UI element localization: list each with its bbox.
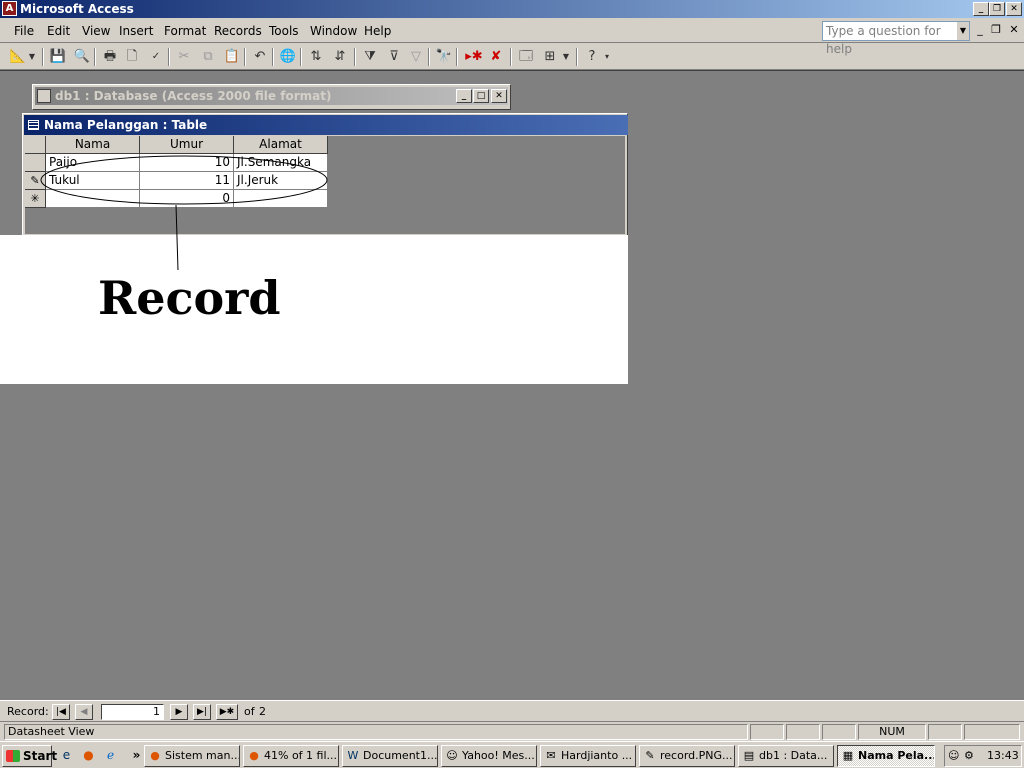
task-button[interactable]: ● 41% of 1 fil... [243,745,339,767]
start-button[interactable]: Start [2,745,57,767]
last-record-icon[interactable]: ▶| [193,704,211,720]
status-bar: Datasheet View NUM [0,721,1024,741]
task-label: Nama Pela... [858,749,935,762]
task-button[interactable]: ▤ db1 : Data... [738,745,834,767]
firefox-quicklaunch-icon[interactable]: ● [80,747,97,764]
ie-quicklaunch-icon[interactable]: e [58,747,75,764]
clock[interactable]: 13:43 [987,746,1019,766]
task-button[interactable]: ✉ Hardjianto ... [540,745,636,767]
status-view-text: Datasheet View [4,724,748,740]
task-label: Yahoo! Mes... [462,749,535,762]
paint-icon: ✎ [645,749,655,762]
annotation-pointer-line [175,204,179,271]
network-tray-icon[interactable]: ⚙ [964,746,974,766]
task-button[interactable]: ● Sistem man... [144,745,240,767]
record-nav-label: Record: [7,705,49,718]
firefox-icon: ● [150,749,160,762]
annotation-drawing [40,155,328,271]
first-record-icon[interactable]: |◀ [52,704,70,720]
status-panel [822,724,856,740]
database-icon: ▤ [743,749,755,762]
record-navigation-bar: Record: |◀ ◀ 1 ▶ ▶| ▶✱ of 2 [0,700,1024,721]
yahoo-messenger-icon: ☺ [446,749,458,762]
taskbar: Start e ● ℯ » ● Sistem man... ● 41% of 1 f… [0,741,1024,768]
status-panel [750,724,784,740]
current-record-input[interactable]: 1 [101,704,164,720]
task-label: db1 : Data... [759,749,828,762]
word-icon: W [347,749,359,762]
task-label: Hardjianto ... [561,749,633,762]
browser-quicklaunch-icon[interactable]: ℯ [102,747,119,764]
task-label: Sistem man... [165,749,240,762]
firefox-icon: ● [249,749,259,762]
messenger-tray-icon[interactable]: ☺ [948,746,959,766]
status-panel [786,724,820,740]
chat-icon: ✉ [546,749,556,762]
status-panel [964,724,1020,740]
windows-logo-icon [6,750,20,762]
previous-record-icon[interactable]: ◀ [75,704,93,720]
task-button[interactable]: ☺ Yahoo! Mes... [441,745,537,767]
task-label: Document1... [363,749,438,762]
record-highlight-ellipse [40,155,328,205]
new-record-nav-icon[interactable]: ▶✱ [216,704,238,720]
record-total-count: 2 [259,705,266,718]
status-panel [928,724,962,740]
table-icon: ▦ [842,749,854,762]
task-button[interactable]: W Document1... [342,745,438,767]
task-button-active[interactable]: ▦ Nama Pela... [837,745,935,767]
quicklaunch-more-icon[interactable]: » [128,747,145,764]
status-num-lock: NUM [858,724,926,740]
record-of-label: of [244,705,255,718]
system-tray: ☺ ⚙ 13:43 [944,745,1022,767]
task-button[interactable]: ✎ record.PNG... [639,745,735,767]
task-label: 41% of 1 fil... [264,749,338,762]
task-label: record.PNG... [660,749,733,762]
start-label: Start [23,749,58,763]
next-record-icon[interactable]: ▶ [170,704,188,720]
